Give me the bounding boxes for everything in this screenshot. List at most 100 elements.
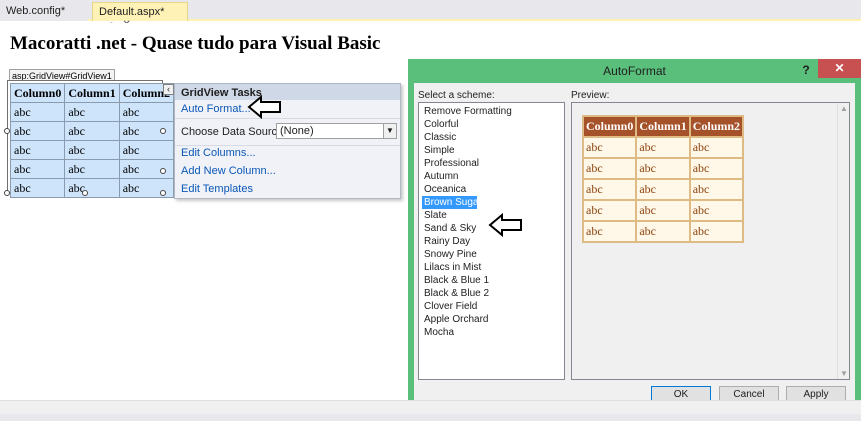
chevron-down-icon[interactable]: ▼ (383, 124, 396, 138)
grid-cell: abc (581, 178, 638, 201)
gridview-tasks-panel: GridView Tasks Auto Format... Choose Dat… (174, 83, 401, 199)
table-row: abc abc abc (581, 157, 745, 180)
grid-cell: abc (9, 159, 66, 179)
tab-web-config[interactable]: Web.config* (0, 2, 88, 21)
scheme-label: Select a scheme: (418, 90, 495, 101)
gridview-control[interactable]: Column0 Column1 Column2 abc abc abc abc … (7, 80, 175, 198)
scheme-item[interactable]: Colorful (422, 118, 477, 131)
resize-handle-bottom-left[interactable] (4, 190, 10, 196)
chevron-down-icon[interactable]: ▼ (838, 369, 850, 378)
dialog-title: AutoFormat (603, 64, 666, 78)
scheme-item[interactable]: Classic (422, 131, 477, 144)
grid-cell: abc (64, 102, 120, 122)
grid-cell: abc (9, 140, 66, 160)
pointer-arrow-icon (247, 94, 281, 120)
grid-cell: abc (635, 157, 691, 180)
scheme-item[interactable]: Professional (422, 157, 479, 170)
scheme-item[interactable]: Black & Blue 2 (422, 287, 489, 300)
status-bar (0, 414, 861, 421)
column-header: Column1 (635, 115, 691, 138)
preview-label: Preview: (571, 90, 610, 101)
document-tab-strip: Web.config* Default.aspx* ⊸ ✕ (0, 0, 861, 30)
resize-handle-left[interactable] (4, 128, 10, 134)
autoformat-dialog: AutoFormat ? ✕ Select a scheme: Preview:… (408, 59, 861, 411)
horizontal-scrollbar[interactable] (0, 400, 861, 414)
resize-handle-right[interactable] (160, 128, 166, 134)
preview-pane: Column0 Column1 Column2 abc abc abc abc (571, 102, 850, 380)
scheme-item[interactable]: Mocha (422, 326, 477, 339)
table-row: abc abc abc (9, 159, 175, 179)
tab-label: Default.aspx* (99, 6, 165, 18)
scheme-item-selected[interactable]: Brown Sugar (422, 196, 482, 209)
close-icon[interactable]: ✕ (818, 59, 861, 78)
grid-cell: abc (581, 220, 638, 243)
grid-cell: abc (688, 220, 745, 243)
scheme-item[interactable]: Sand & Sky (422, 222, 477, 235)
resize-handle-bottom[interactable] (82, 190, 88, 196)
grid-cell: abc (581, 199, 638, 222)
scheme-item[interactable]: Apple Orchard (422, 313, 488, 326)
table-row: abc abc abc (581, 178, 745, 201)
chevron-up-icon[interactable]: ▲ (838, 104, 850, 113)
grid-cell: abc (64, 159, 120, 179)
scheme-item[interactable]: Simple (422, 144, 477, 157)
table-row: abc abc abc (9, 121, 175, 141)
grid-cell: abc (9, 121, 66, 141)
tab-default-aspx[interactable]: Default.aspx* ⊸ ✕ (92, 2, 188, 30)
tasks-title: GridView Tasks (175, 84, 400, 100)
table-row: abc abc abc (9, 102, 175, 122)
add-new-column-link[interactable]: Add New Column... (181, 165, 276, 177)
data-source-value: (None) (280, 125, 314, 137)
scheme-list[interactable]: Remove Formatting Colorful Classic Simpl… (418, 102, 565, 380)
column-header: Column0 (581, 115, 638, 138)
resize-handle-right-lower[interactable] (160, 168, 166, 174)
scheme-item[interactable]: Lilacs in Mist (422, 261, 481, 274)
table-row: abc abc abc (581, 220, 745, 243)
dialog-body: Select a scheme: Preview: Remove Formatt… (414, 83, 855, 405)
divider (175, 118, 400, 119)
column-header: Column0 (9, 83, 66, 103)
grid-cell: abc (118, 140, 175, 160)
table-row: abc abc abc (9, 178, 175, 198)
scheme-item[interactable]: Black & Blue 1 (422, 274, 489, 287)
preview-scrollbar[interactable]: ▲ ▼ (837, 103, 849, 379)
help-icon[interactable]: ? (797, 61, 815, 79)
grid-cell: abc (635, 136, 691, 159)
table-row: abc abc abc (581, 136, 745, 159)
edit-columns-link[interactable]: Edit Columns... (181, 147, 256, 159)
grid-cell: abc (635, 178, 691, 201)
scheme-item[interactable]: Remove Formatting (422, 105, 512, 118)
column-header: Column1 (64, 83, 120, 103)
preview-area: Column0 Column1 Column2 abc abc abc abc (572, 103, 837, 379)
scheme-item[interactable]: Rainy Day (422, 235, 477, 248)
grid-cell: abc (688, 199, 745, 222)
column-header: Column2 (688, 115, 745, 138)
grid-cell: abc (688, 136, 745, 159)
grid-cell: abc (688, 178, 745, 201)
auto-format-link[interactable]: Auto Format... (181, 103, 251, 115)
table-row: abc abc abc (581, 199, 745, 222)
page-title: Macoratti .net - Quase tudo para Visual … (10, 33, 381, 54)
grid-cell: abc (9, 102, 66, 122)
grid-cell: abc (688, 157, 745, 180)
grid-cell: abc (635, 220, 691, 243)
scheme-item[interactable]: Autumn (422, 170, 477, 183)
resize-handle-bottom-right[interactable] (160, 190, 166, 196)
data-source-label: Choose Data Source: (181, 126, 287, 138)
header-row: Column0 Column1 Column2 (581, 115, 745, 138)
grid-cell: abc (635, 199, 691, 222)
scheme-item[interactable]: Snowy Pine (422, 248, 477, 261)
data-source-select[interactable]: (None) ▼ (276, 123, 397, 139)
preview-grid: Column0 Column1 Column2 abc abc abc abc (581, 115, 745, 243)
smart-tag-button[interactable]: ‹ (163, 84, 174, 95)
grid-cell: abc (118, 102, 175, 122)
grid-cell: abc (9, 178, 66, 198)
grid-cell: abc (581, 157, 638, 180)
scheme-item[interactable]: Slate (422, 209, 477, 222)
tab-label: Web.config* (6, 5, 66, 17)
scheme-item[interactable]: Oceanica (422, 183, 477, 196)
table-row: abc abc abc (9, 140, 175, 160)
divider (175, 145, 400, 146)
edit-templates-link[interactable]: Edit Templates (181, 183, 253, 195)
scheme-item[interactable]: Clover Field (422, 300, 477, 313)
